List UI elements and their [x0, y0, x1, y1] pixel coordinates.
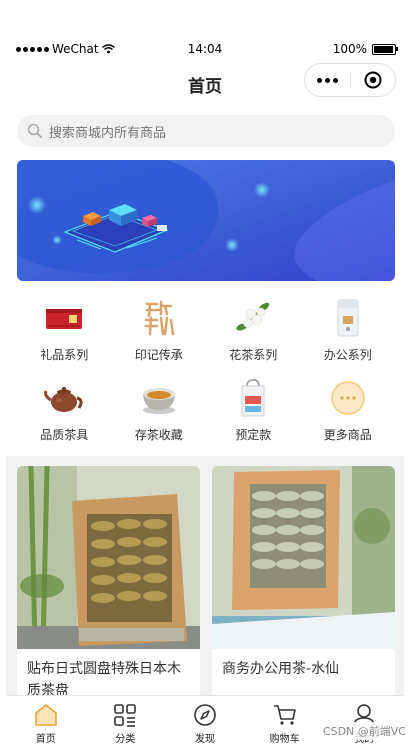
calligraphy-seal-icon — [144, 300, 174, 336]
category-teaware[interactable]: 品质茶具 — [17, 372, 112, 452]
product-title: 商务办公用茶-水仙 — [222, 661, 340, 677]
home-top-area: 礼品系列 印记传承 花茶系列 办公系列 品质茶具 存茶收藏 预定款 更多商品 — [6, 154, 404, 456]
close-miniprogram-button[interactable] — [351, 70, 396, 90]
isometric-tech-illustration — [17, 160, 395, 281]
category-tea-collection[interactable]: 存茶收藏 — [112, 372, 207, 452]
category-label: 品质茶具 — [40, 428, 89, 442]
category-label: 礼品系列 — [40, 348, 89, 362]
cart-icon — [273, 705, 296, 725]
more-options-button[interactable] — [305, 77, 350, 83]
category-label: 存茶收藏 — [134, 428, 183, 442]
status-bar: WeChat 14:04 100% — [6, 38, 404, 62]
category-label: 更多商品 — [323, 428, 372, 442]
home-icon — [34, 704, 57, 726]
search-icon — [27, 123, 43, 139]
tea-bowl-icon — [142, 388, 175, 414]
tab-label: 购物车 — [269, 734, 300, 745]
category-office[interactable]: 办公系列 — [301, 292, 396, 372]
nav-bar: 首页 — [6, 62, 404, 104]
tab-category[interactable]: 分类 — [86, 696, 166, 749]
more-dots-icon — [331, 381, 365, 415]
product-image — [212, 466, 395, 649]
category-grid: 礼品系列 印记传承 花茶系列 办公系列 品质茶具 存茶收藏 预定款 更多商品 — [17, 292, 395, 452]
target-close-icon — [364, 71, 382, 89]
jasmine-flower-icon — [236, 302, 270, 331]
category-label: 办公系列 — [323, 348, 372, 362]
clay-teapot-icon — [44, 387, 83, 412]
product-image — [17, 466, 200, 649]
search-placeholder: 搜索商城内所有商品 — [49, 125, 167, 141]
promo-banner[interactable] — [17, 160, 395, 281]
paper-bag-icon — [241, 379, 265, 417]
category-flower-tea[interactable]: 花茶系列 — [206, 292, 301, 372]
search-input[interactable]: 搜索商城内所有商品 — [17, 115, 395, 147]
tab-label: 首页 — [35, 734, 56, 745]
tab-label: 发现 — [194, 734, 215, 745]
compass-icon — [194, 704, 216, 726]
csdn-watermark: CSDN @前端VC — [320, 722, 408, 740]
search-section: 搜索商城内所有商品 — [6, 104, 404, 154]
category-label: 预定款 — [235, 428, 272, 442]
category-grid-icon — [114, 704, 137, 727]
category-more[interactable]: 更多商品 — [301, 372, 396, 452]
tab-label: 分类 — [115, 734, 136, 745]
battery-icon — [372, 43, 398, 55]
category-label: 花茶系列 — [229, 348, 278, 362]
tab-discover[interactable]: 发现 — [165, 696, 245, 749]
category-label: 印记传承 — [134, 348, 183, 362]
tab-cart[interactable]: 购物车 — [245, 696, 325, 749]
mini-program-capsule — [304, 63, 396, 97]
battery-percent: 100% — [332, 42, 367, 56]
category-preorder[interactable]: 预定款 — [206, 372, 301, 452]
category-gift-series[interactable]: 礼品系列 — [17, 292, 112, 372]
tea-bag-package-icon — [337, 299, 359, 337]
category-heritage[interactable]: 印记传承 — [112, 292, 207, 372]
phone-screen: WeChat 14:04 100% 首页 搜索商城内所有商品 礼品系列 印记传承… — [6, 38, 404, 749]
tab-home[interactable]: 首页 — [6, 696, 86, 749]
red-gift-box-icon — [46, 309, 83, 329]
